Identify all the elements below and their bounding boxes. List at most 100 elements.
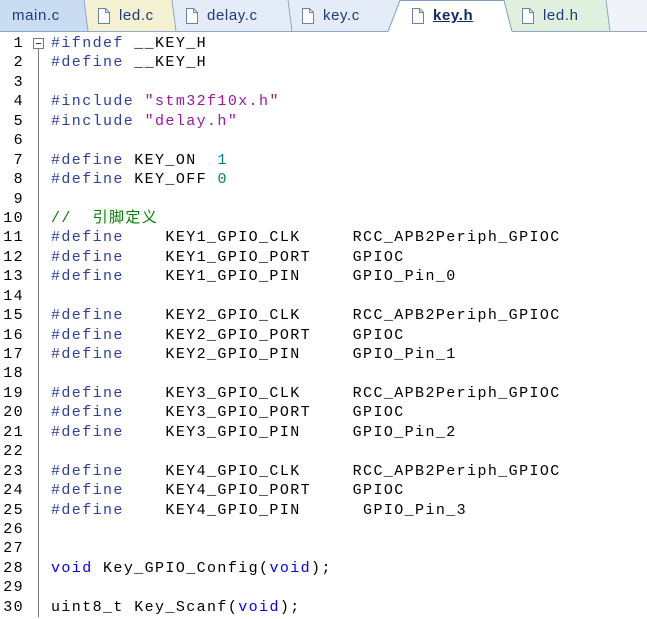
line-number: 17: [3, 346, 24, 363]
line-number: 22: [3, 443, 24, 461]
code-editor[interactable]: 1 #ifndef __KEY_H 2 #define __KEY_H 3 4 #inclu…: [0, 34, 647, 617]
file-icon: [98, 7, 110, 24]
code-text[interactable]: #define KEY3_GPIO_CLK RCC_APB2Periph_GPI…: [51, 384, 561, 403]
code-line[interactable]: 20 #define KEY3_GPIO_PORT GPIOC: [0, 403, 647, 422]
code-line[interactable]: 7 #define KEY_ON 1: [0, 151, 647, 170]
code-token: #define: [51, 268, 124, 286]
code-line[interactable]: 23 #define KEY4_GPIO_CLK RCC_APB2Periph_G…: [0, 462, 647, 481]
code-line[interactable]: 2 #define __KEY_H: [0, 53, 647, 72]
code-text[interactable]: #define KEY1_GPIO_PORT GPIOC: [51, 248, 405, 267]
code-text[interactable]: #define KEY4_GPIO_CLK RCC_APB2Periph_GPI…: [51, 462, 561, 481]
code-line[interactable]: 26: [0, 520, 647, 539]
line-number: 19: [3, 384, 24, 402]
code-line[interactable]: 16 #define KEY2_GPIO_PORT GPIOC: [0, 326, 647, 345]
code-text[interactable]: #define KEY2_GPIO_CLK RCC_APB2Periph_GPI…: [51, 306, 561, 325]
line-number: 25: [3, 501, 24, 519]
code-token: #include: [51, 112, 135, 130]
code-line[interactable]: 8 #define KEY_OFF 0: [0, 170, 647, 189]
editor-tab-bar: main.c led.c delay.c key.c key.h led.h: [0, 0, 647, 32]
code-line[interactable]: 1 #ifndef __KEY_H: [0, 34, 647, 53]
code-text[interactable]: #define KEY1_GPIO_CLK RCC_APB2Periph_GPI…: [51, 228, 561, 247]
code-line[interactable]: 27: [0, 539, 647, 558]
code-line[interactable]: 21 #define KEY3_GPIO_PIN GPIO_Pin_2: [0, 423, 647, 442]
code-line[interactable]: 5 #include "delay.h": [0, 112, 647, 131]
code-line[interactable]: 4 #include "stm32f10x.h": [0, 92, 647, 111]
code-token: KEY_OFF: [123, 171, 218, 189]
code-text[interactable]: #include "delay.h": [51, 112, 238, 131]
code-token: KEY1_GPIO_PIN GPIO_Pin_0: [123, 268, 457, 286]
code-token: KEY_ON: [123, 151, 218, 169]
tab-key-h[interactable]: key.h: [411, 0, 473, 31]
code-text[interactable]: #define KEY4_GPIO_PIN GPIO_Pin_3: [51, 501, 467, 520]
code-token: KEY3_GPIO_PIN GPIO_Pin_2: [123, 423, 457, 441]
tab-key-c[interactable]: key.c: [301, 0, 360, 31]
code-line[interactable]: 11 #define KEY1_GPIO_CLK RCC_APB2Periph_G…: [0, 228, 647, 247]
code-line[interactable]: 12 #define KEY1_GPIO_PORT GPIOC: [0, 248, 647, 267]
code-token: #define: [51, 54, 124, 72]
code-token: KEY3_GPIO_CLK RCC_APB2Periph_GPIOC: [123, 384, 561, 402]
line-number: 5: [13, 112, 24, 130]
code-token: KEY2_GPIO_PIN GPIO_Pin_1: [123, 346, 457, 363]
code-text[interactable]: void Key_GPIO_Config(void);: [51, 559, 332, 578]
code-line[interactable]: 28 void Key_GPIO_Config(void);: [0, 559, 647, 578]
code-line[interactable]: 30 uint8_t Key_Scanf(void);: [0, 598, 647, 617]
file-icon: [522, 7, 534, 24]
code-line[interactable]: 10 // 引脚定义: [0, 209, 647, 228]
tab-main-c[interactable]: main.c: [12, 0, 60, 31]
code-line[interactable]: 3: [0, 73, 647, 92]
tab-label: key.c: [323, 7, 360, 24]
code-text[interactable]: #include "stm32f10x.h": [51, 92, 280, 111]
code-line[interactable]: 17 #define KEY2_GPIO_PIN GPIO_Pin_1: [0, 345, 647, 364]
code-line[interactable]: 24 #define KEY4_GPIO_PORT GPIOC: [0, 481, 647, 500]
code-line[interactable]: 18: [0, 364, 647, 383]
code-token: #define: [51, 462, 124, 480]
tab-led-h[interactable]: led.h: [521, 0, 579, 31]
code-text[interactable]: #define KEY3_GPIO_PIN GPIO_Pin_2: [51, 423, 457, 442]
code-token: void: [51, 559, 93, 577]
file-icon: [186, 7, 198, 24]
code-token: #define: [51, 326, 124, 344]
code-text[interactable]: #define KEY_OFF 0: [51, 170, 228, 189]
code-text[interactable]: #define KEY3_GPIO_PORT GPIOC: [51, 403, 405, 422]
code-token: #define: [51, 346, 124, 363]
code-line[interactable]: 29: [0, 578, 647, 597]
line-number: 10: [3, 209, 24, 227]
code-token: "delay.h": [144, 112, 239, 130]
code-text[interactable]: #ifndef __KEY_H: [51, 34, 207, 53]
code-text[interactable]: #define KEY2_GPIO_PORT GPIOC: [51, 326, 405, 345]
code-token: );: [311, 559, 332, 577]
code-text[interactable]: #define KEY1_GPIO_PIN GPIO_Pin_0: [51, 267, 457, 286]
code-line[interactable]: 6: [0, 131, 647, 150]
line-number: 6: [13, 132, 24, 150]
code-text[interactable]: uint8_t Key_Scanf(void);: [51, 598, 301, 617]
code-line[interactable]: 19 #define KEY3_GPIO_CLK RCC_APB2Periph_G…: [0, 384, 647, 403]
code-token: 0: [217, 171, 228, 189]
code-token: Key_GPIO_Config(: [92, 559, 270, 577]
code-token: #define: [51, 307, 124, 325]
code-line[interactable]: 22: [0, 442, 647, 461]
code-token: 1: [217, 151, 228, 169]
line-number: 1: [13, 35, 24, 52]
code-line[interactable]: 9: [0, 190, 647, 209]
code-line[interactable]: 13 #define KEY1_GPIO_PIN GPIO_Pin_0: [0, 267, 647, 286]
code-token: #define: [51, 423, 124, 441]
code-token: #define: [51, 384, 124, 402]
code-text[interactable]: #define KEY4_GPIO_PORT GPIOC: [51, 481, 405, 500]
code-line[interactable]: 15 #define KEY2_GPIO_CLK RCC_APB2Periph_G…: [0, 306, 647, 325]
code-token: #define: [51, 404, 124, 422]
tab-label: led.c: [119, 7, 154, 24]
code-text[interactable]: // 引脚定义: [51, 209, 158, 228]
tab-delay-c[interactable]: delay.c: [185, 0, 258, 31]
line-number: 21: [3, 423, 24, 441]
code-text[interactable]: #define KEY2_GPIO_PIN GPIO_Pin_1: [51, 345, 457, 364]
code-line[interactable]: 14: [0, 287, 647, 306]
code-token: #define: [51, 151, 124, 169]
file-icon: [412, 7, 424, 24]
line-number: 28: [3, 559, 24, 577]
code-text[interactable]: #define __KEY_H: [51, 53, 207, 72]
code-text[interactable]: #define KEY_ON 1: [51, 151, 228, 170]
tab-led-c[interactable]: led.c: [97, 0, 154, 31]
line-number: 2: [13, 54, 24, 72]
code-line[interactable]: 25 #define KEY4_GPIO_PIN GPIO_Pin_3: [0, 501, 647, 520]
